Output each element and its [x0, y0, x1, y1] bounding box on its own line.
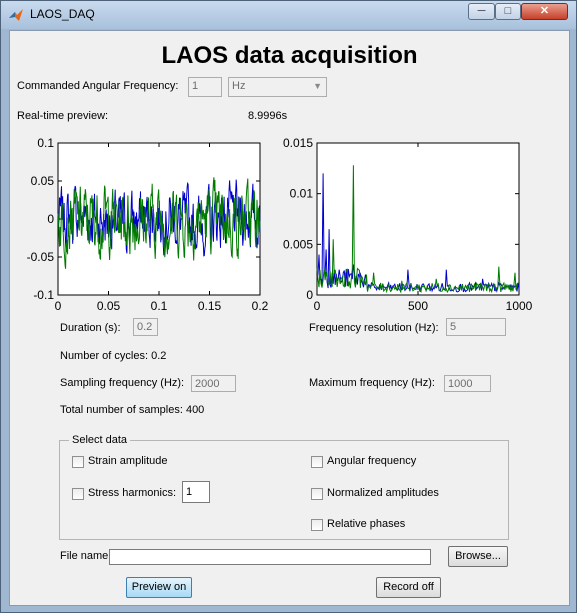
sampling-frequency-label: Sampling frequency (Hz): — [60, 377, 185, 389]
title-bar[interactable]: LAOS_DAQ ─ □ ✕ — [1, 1, 576, 29]
stress-harmonics-label: Stress harmonics: — [88, 487, 177, 499]
freq-x-tick-label: 1000 — [506, 299, 533, 313]
client-area: LAOS data acquisition Commanded Angular … — [9, 30, 570, 606]
freq-y-tick-label: 0.015 — [283, 136, 313, 150]
stress-harmonics-checkbox[interactable] — [72, 488, 84, 500]
angular-frequency-label: Angular frequency — [327, 455, 417, 467]
time-x-tick-label: 0.05 — [97, 299, 121, 313]
frequency-spectrum-chart: 0 500 1000 0.015 0.01 0.005 0 — [283, 136, 533, 313]
time-y-tick-label: -0.1 — [33, 288, 54, 302]
select-data-title: Select data — [69, 434, 131, 446]
duration-input[interactable]: 0.2 — [133, 318, 158, 336]
cycles-count: Number of cycles: 0.2 — [60, 350, 167, 362]
freq-y-tick-label: 0 — [306, 288, 313, 302]
maximum-frequency-input[interactable]: 1000 — [444, 375, 491, 392]
frequency-unit-select[interactable]: Hz ▼ — [228, 77, 327, 97]
freq-x-tick-label: 0 — [314, 299, 321, 313]
time-domain-chart: 0 0.05 0.1 0.15 0.20.10.050-0.05-0.1 — [27, 136, 269, 313]
commanded-frequency-label: Commanded Angular Frequency: — [17, 80, 179, 92]
duration-label: Duration (s): — [60, 322, 121, 334]
frequency-resolution-label: Frequency resolution (Hz): — [309, 322, 439, 334]
chevron-down-icon: ▼ — [313, 81, 322, 91]
freq-x-tick-label: 500 — [408, 299, 428, 313]
page-title: LAOS data acquisition — [161, 42, 418, 69]
freq-y-tick-label: 0.005 — [283, 237, 313, 251]
frequency-resolution-input[interactable]: 5 — [446, 318, 506, 336]
app-window: LAOS_DAQ ─ □ ✕ LAOS data acquisition Com… — [0, 0, 577, 613]
frequency-unit-value: Hz — [232, 80, 246, 92]
normalized-amplitudes-checkbox[interactable] — [311, 488, 323, 500]
maximize-button[interactable]: □ — [495, 3, 521, 20]
preview-toggle-button[interactable]: Preview on — [126, 577, 192, 598]
close-button[interactable]: ✕ — [521, 3, 568, 20]
record-toggle-button[interactable]: Record off — [376, 577, 441, 598]
time-x-tick-label: 0.1 — [151, 299, 168, 313]
time-x-tick-label: 0.15 — [198, 299, 222, 313]
stress-harmonics-input[interactable]: 1 — [182, 481, 210, 503]
time-y-tick-label: 0.1 — [37, 136, 54, 150]
window-title: LAOS_DAQ — [30, 7, 95, 21]
realtime-preview-label: Real-time preview: — [17, 110, 109, 122]
sampling-frequency-input[interactable]: 2000 — [191, 375, 236, 392]
elapsed-time-readout: 8.9996s — [248, 110, 288, 122]
file-name-label: File name: — [60, 550, 112, 562]
maximum-frequency-label: Maximum frequency (Hz): — [309, 377, 435, 389]
relative-phases-checkbox[interactable] — [311, 519, 323, 531]
file-name-input[interactable] — [109, 549, 431, 565]
samples-count: Total number of samples: 400 — [60, 404, 205, 416]
time-y-tick-label: -0.05 — [27, 250, 55, 264]
browse-button[interactable]: Browse... — [448, 546, 508, 567]
matlab-icon — [9, 9, 23, 21]
relative-phases-label: Relative phases — [327, 518, 406, 530]
normalized-amplitudes-label: Normalized amplitudes — [327, 487, 439, 499]
time-y-tick-label: 0.05 — [31, 174, 55, 188]
angular-frequency-checkbox[interactable] — [311, 456, 323, 468]
minimize-button[interactable]: ─ — [468, 3, 495, 20]
freq-y-tick-label: 0.01 — [290, 187, 314, 201]
strain-amplitude-checkbox[interactable] — [72, 456, 84, 468]
time-y-tick-label: 0 — [47, 212, 54, 226]
strain-amplitude-label: Strain amplitude — [88, 455, 168, 467]
commanded-frequency-input[interactable]: 1 — [188, 77, 222, 97]
time-x-tick-label: 0 — [55, 299, 62, 313]
